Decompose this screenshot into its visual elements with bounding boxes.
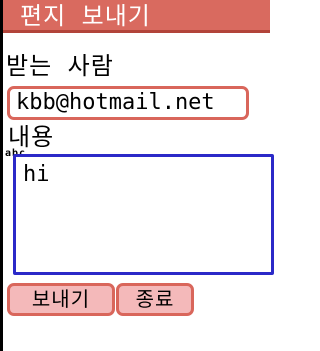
- screen-left-border: [0, 0, 3, 351]
- page-title: 편지 보내기: [20, 2, 151, 30]
- message-textarea[interactable]: hi: [13, 154, 274, 275]
- title-bar: 편지 보내기: [3, 0, 270, 33]
- recipient-email-field[interactable]: kbb@hotmail.net: [7, 86, 249, 120]
- recipient-label: 받는 사람: [6, 52, 114, 80]
- message-content-label: 내용: [8, 123, 55, 151]
- send-button[interactable]: 보내기: [7, 283, 115, 316]
- exit-button[interactable]: 종료: [116, 283, 194, 316]
